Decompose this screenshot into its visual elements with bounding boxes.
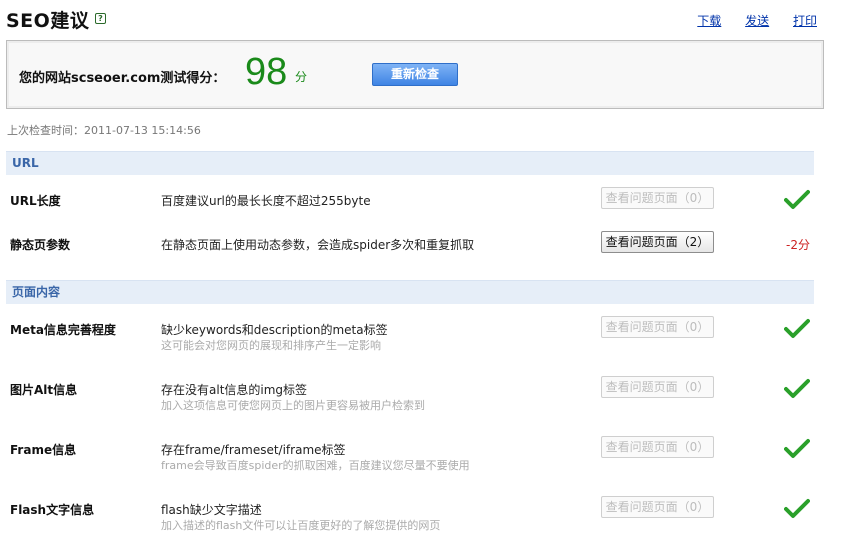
row-name: Meta信息完善程度 xyxy=(10,323,116,337)
row-desc: 存在frame/frameset/iframe标签 xyxy=(161,443,346,457)
row-desc: 在静态页面上使用动态参数，会造成spider多次和重复抓取 xyxy=(161,238,475,252)
view-issues-button[interactable]: 查看问题页面（0） xyxy=(601,316,714,338)
row-name: URL长度 xyxy=(10,194,61,208)
row-desc: 存在没有alt信息的img标签 xyxy=(161,383,308,397)
score-label: 您的网站scseoer.com测试得分： xyxy=(19,71,226,86)
send-link[interactable]: 发送 xyxy=(745,14,769,28)
recheck-button[interactable]: 重新检查 xyxy=(372,63,458,86)
score-panel: 您的网站scseoer.com测试得分： 98 分 重新检查 xyxy=(6,40,824,109)
check-icon xyxy=(784,190,810,209)
check-icon xyxy=(784,319,810,338)
page-header: SEO建议 ? 下载 发送 打印 xyxy=(6,4,832,34)
last-check-time: 上次检查时间：2011-07-13 15:14:56 xyxy=(7,124,201,137)
view-issues-button[interactable]: 查看问题页面（0） xyxy=(601,496,714,518)
download-link[interactable]: 下载 xyxy=(697,14,721,28)
row-sub: 加入描述的flash文件可以让百度更好的了解您提供的网页 xyxy=(161,519,441,532)
view-issues-button[interactable]: 查看问题页面（2） xyxy=(601,231,714,253)
row-desc: 缺少keywords和description的meta标签 xyxy=(161,323,388,337)
section-url-heading: URL xyxy=(6,151,814,175)
top-links: 下载 发送 打印 xyxy=(677,12,817,29)
view-issues-button[interactable]: 查看问题页面（0） xyxy=(601,436,714,458)
section-page-content-heading: 页面内容 xyxy=(6,280,814,304)
row-name: 静态页参数 xyxy=(10,238,71,252)
row-name: 图片Alt信息 xyxy=(10,383,78,397)
row-name: Frame信息 xyxy=(10,443,77,457)
print-link[interactable]: 打印 xyxy=(793,14,817,28)
row-sub: 这可能会对您网页的展现和排序产生一定影响 xyxy=(161,339,381,352)
row-sub: frame会导致百度spider的抓取困难，百度建议您尽量不要使用 xyxy=(161,459,470,472)
page-title: SEO建议 xyxy=(6,10,90,32)
view-issues-button[interactable]: 查看问题页面（0） xyxy=(601,187,714,209)
check-icon xyxy=(784,379,810,398)
row-desc: flash缺少文字描述 xyxy=(161,503,262,517)
penalty-score: -2分 xyxy=(786,238,810,252)
row-sub: 加入这项信息可使您网页上的图片更容易被用户检索到 xyxy=(161,399,425,412)
help-icon[interactable]: ? xyxy=(95,13,106,24)
row-desc: 百度建议url的最长长度不超过255byte xyxy=(161,194,371,208)
score-value: 98 xyxy=(245,51,288,93)
view-issues-button[interactable]: 查看问题页面（0） xyxy=(601,376,714,398)
check-icon xyxy=(784,499,810,518)
check-icon xyxy=(784,439,810,458)
score-unit: 分 xyxy=(295,70,308,84)
row-name: Flash文字信息 xyxy=(10,503,95,517)
